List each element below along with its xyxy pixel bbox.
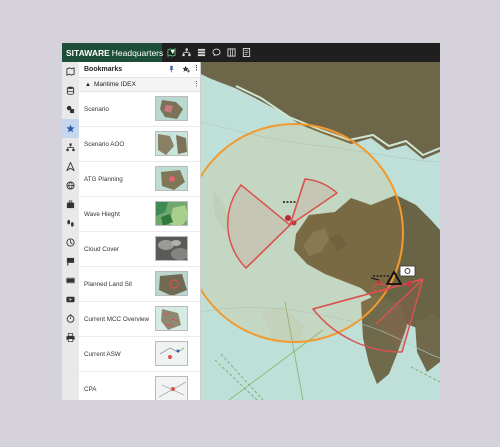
shapes-icon[interactable]	[62, 100, 79, 119]
bookmarks-header: Bookmarks ⋮	[79, 62, 200, 78]
bookmark-item[interactable]: Wave Hieght	[79, 197, 200, 232]
bookmark-label: Cloud Cover	[84, 245, 119, 253]
bookmarks-title: Bookmarks	[84, 66, 123, 73]
unit-marker	[406, 281, 412, 287]
history-icon[interactable]	[62, 233, 79, 252]
bookmark-label: CPA	[84, 385, 97, 393]
database-icon[interactable]	[62, 81, 79, 100]
map-view[interactable]	[201, 62, 440, 400]
bookmark-thumbnail	[155, 236, 188, 261]
bookmark-thumbnail	[155, 341, 188, 366]
bookmark-item[interactable]: Scenario	[79, 92, 200, 127]
grid-icon[interactable]	[224, 43, 239, 62]
app-switcher[interactable]: SITAWARE Headquarters ▼	[62, 43, 176, 62]
top-toolbar: SITAWARE Headquarters ▼	[62, 43, 440, 62]
map-icon[interactable]	[164, 43, 179, 62]
bookmark-thumbnail	[155, 96, 188, 121]
bookmark-thumbnail	[155, 131, 188, 156]
map-layers-icon[interactable]	[62, 62, 79, 81]
document-icon[interactable]	[239, 43, 254, 62]
video-icon[interactable]	[62, 290, 79, 309]
printer-icon[interactable]	[62, 328, 79, 347]
bookmark-item[interactable]: CPA	[79, 372, 200, 400]
group-options-icon[interactable]: ⋮	[193, 80, 200, 88]
bookmark-thumbnail	[155, 376, 188, 400]
bookmark-item[interactable]: Current MCC Overview	[79, 302, 200, 337]
map-canvas[interactable]	[201, 62, 440, 400]
film-icon[interactable]	[62, 271, 79, 290]
bookmark-item[interactable]: Planned Land Sit	[79, 267, 200, 302]
bookmark-thumbnail	[155, 306, 188, 331]
bookmarks-panel: Bookmarks ⋮ ▲ Maritime IDEX ⋮ Scenario S…	[79, 62, 201, 400]
footprints-icon[interactable]	[62, 214, 79, 233]
bookmark-label: Scenario	[84, 105, 109, 113]
unit-marker	[399, 265, 416, 277]
timer-icon[interactable]	[62, 309, 79, 328]
app-title: Headquarters	[111, 47, 164, 58]
star-icon[interactable]	[62, 119, 79, 138]
bookmark-thumbnail	[155, 166, 188, 191]
layers-icon[interactable]	[194, 43, 209, 62]
bookmark-item[interactable]: Current ASW	[79, 337, 200, 372]
bookmark-label: Planned Land Sit	[84, 280, 132, 288]
unit-marker	[291, 220, 297, 226]
bookmark-label: ATG Planning	[84, 175, 123, 183]
unit-marker	[285, 215, 291, 221]
hierarchy-icon[interactable]	[62, 138, 79, 157]
side-rail	[62, 62, 80, 400]
collapse-caret-icon[interactable]: ▲	[85, 82, 91, 88]
hierarchy-icon[interactable]	[179, 43, 194, 62]
add-bookmark-icon[interactable]	[182, 65, 190, 73]
globe-icon[interactable]	[62, 176, 79, 195]
bookmark-label: Current ASW	[84, 350, 121, 358]
bookmark-group-label: Maritime IDEX	[93, 81, 136, 88]
bookmark-thumbnail	[155, 201, 188, 226]
sitaware-window: SITAWARE Headquarters ▼ Bookmarks ⋮ ▲ Ma…	[62, 43, 440, 400]
bookmark-item[interactable]: Scenario AOO	[79, 127, 200, 162]
brand-name: SITAWARE	[66, 47, 110, 58]
navigation-arrow-icon[interactable]	[62, 157, 79, 176]
flag-icon[interactable]	[62, 252, 79, 271]
bookmark-thumbnail	[155, 271, 188, 296]
chat-icon[interactable]	[209, 43, 224, 62]
bookmark-label: Scenario AOO	[84, 140, 125, 148]
bookmark-item[interactable]: Cloud Cover	[79, 232, 200, 267]
bookmark-label: Current MCC Overview	[84, 315, 150, 323]
bookmark-item[interactable]: ATG Planning	[79, 162, 200, 197]
briefcase-icon[interactable]	[62, 195, 79, 214]
more-options-icon[interactable]: ⋮	[193, 64, 200, 72]
bookmark-label: Wave Hieght	[84, 210, 120, 218]
pin-icon[interactable]	[168, 65, 175, 73]
bookmark-group[interactable]: ▲ Maritime IDEX ⋮	[79, 78, 200, 92]
